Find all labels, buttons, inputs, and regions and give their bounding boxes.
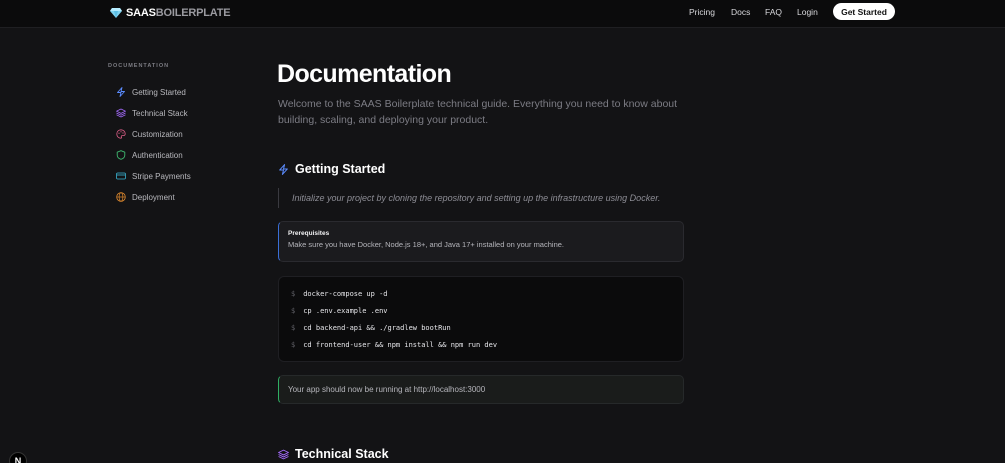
layers-icon [278, 449, 289, 459]
sidebar-item-label: Technical Stack [132, 108, 188, 118]
intro-quote: Initialize your project by cloning the r… [278, 188, 684, 208]
brand-name: SAASBOILERPLATE [126, 7, 231, 19]
page-lead: Welcome to the SAAS Boilerplate technica… [278, 98, 678, 126]
prompt-symbol: $ [291, 290, 296, 298]
get-started-button[interactable]: Get Started [833, 3, 895, 20]
shield-icon [116, 150, 126, 160]
layers-icon [116, 108, 126, 118]
section-title: Getting Started [295, 162, 386, 176]
code-line: $ cp .env.example .env [291, 306, 388, 316]
globe-icon [116, 192, 126, 202]
brand-part-1: SAAS [126, 7, 156, 19]
prompt-symbol: $ [291, 324, 296, 332]
section-title: Technical Stack [295, 447, 389, 461]
page-title: Documentation [277, 60, 452, 88]
code-block[interactable]: $ docker-compose up -d $ cp .env.example .… [278, 276, 684, 362]
nav-pricing-link[interactable]: Pricing [689, 7, 715, 17]
credit-card-icon [116, 172, 126, 180]
code-command: cp .env.example .env [303, 307, 388, 315]
code-line: $ cd backend-api && ./gradlew bootRun [291, 323, 451, 333]
sidebar-item-deployment[interactable]: Deployment [116, 191, 175, 203]
section-heading-getting-started: Getting Started [278, 162, 385, 176]
sidebar-item-label: Authentication [132, 150, 183, 160]
sidebar-item-customization[interactable]: Customization [116, 128, 183, 140]
prerequisites-callout: Prerequisites Make sure you have Docker,… [278, 221, 684, 262]
brand-part-2: BOILERPLATE [155, 7, 231, 19]
sidebar-item-label: Deployment [132, 192, 175, 202]
palette-icon [116, 129, 126, 139]
success-callout: Your app should now be running at http:/… [278, 375, 684, 404]
sidebar-item-technical-stack[interactable]: Technical Stack [116, 107, 188, 119]
code-command: cd backend-api && ./gradlew bootRun [303, 324, 451, 332]
prompt-symbol: $ [291, 307, 296, 315]
bolt-icon [117, 87, 125, 97]
sidebar-item-label: Getting Started [132, 87, 186, 97]
nav-login-link[interactable]: Login [797, 7, 818, 17]
diamond-icon [110, 8, 122, 18]
sidebar-item-getting-started[interactable]: Getting Started [116, 86, 186, 98]
sidebar-item-label: Stripe Payments [132, 171, 191, 181]
section-heading-technical-stack: Technical Stack [278, 447, 389, 461]
nav-docs-link[interactable]: Docs [731, 7, 750, 17]
sidebar-heading: DOCUMENTATION [108, 63, 170, 69]
code-line: $ cd frontend-user && npm install && npm … [291, 340, 497, 350]
code-command: docker-compose up -d [303, 290, 388, 298]
prompt-symbol: $ [291, 341, 296, 349]
code-line: $ docker-compose up -d [291, 289, 388, 299]
callout-body: Make sure you have Docker, Node.js 18+, … [288, 240, 564, 249]
top-navbar: SAASBOILERPLATE Pricing Docs FAQ Login G… [0, 0, 1005, 28]
nextjs-dev-badge[interactable]: N [9, 452, 27, 463]
sidebar-item-label: Customization [132, 129, 183, 139]
nav-faq-link[interactable]: FAQ [765, 7, 782, 17]
callout-title: Prerequisites [288, 230, 330, 237]
sidebar-item-authentication[interactable]: Authentication [116, 149, 183, 161]
bolt-icon [279, 163, 288, 175]
sidebar-item-stripe-payments[interactable]: Stripe Payments [116, 170, 191, 182]
logo[interactable]: SAASBOILERPLATE [110, 5, 231, 21]
code-command: cd frontend-user && npm install && npm r… [303, 341, 498, 349]
